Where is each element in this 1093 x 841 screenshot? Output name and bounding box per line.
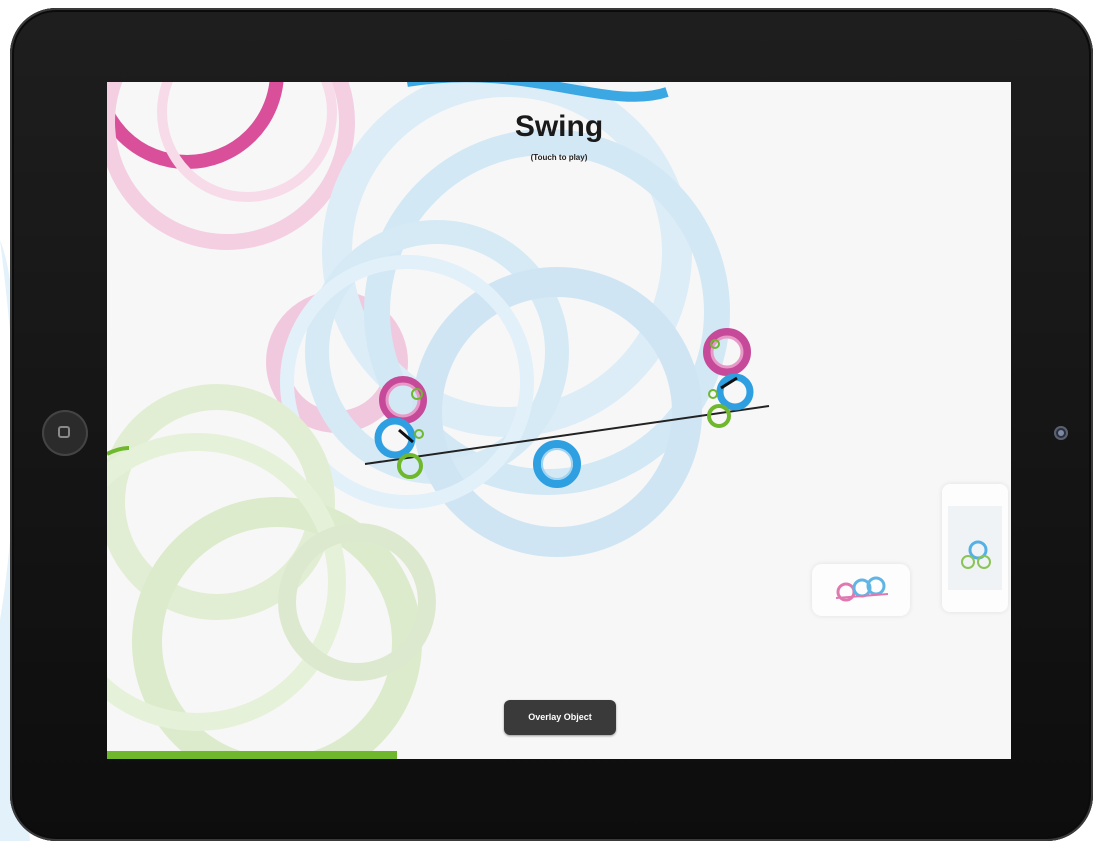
home-button-square-icon xyxy=(58,426,70,438)
phone-thumbnail-preview[interactable] xyxy=(942,484,1008,612)
thumbnail-rings-icon xyxy=(835,576,889,602)
center-blue-ring[interactable] xyxy=(533,440,581,488)
tablet-thumbnail-preview[interactable] xyxy=(812,564,910,616)
front-camera-icon xyxy=(1054,426,1068,440)
app-screen[interactable]: Swing (Touch to play) Overlay Object xyxy=(107,82,1011,759)
phone-thumbnail-screen xyxy=(948,506,1002,590)
phone-thumbnail-rings-icon xyxy=(961,540,991,569)
swing-artwork xyxy=(107,82,770,759)
page-subtitle: (Touch to play) xyxy=(530,153,588,162)
page-title: Swing xyxy=(514,110,604,143)
overlay-object-button[interactable]: Overlay Object xyxy=(504,700,616,735)
home-button[interactable] xyxy=(42,410,88,456)
